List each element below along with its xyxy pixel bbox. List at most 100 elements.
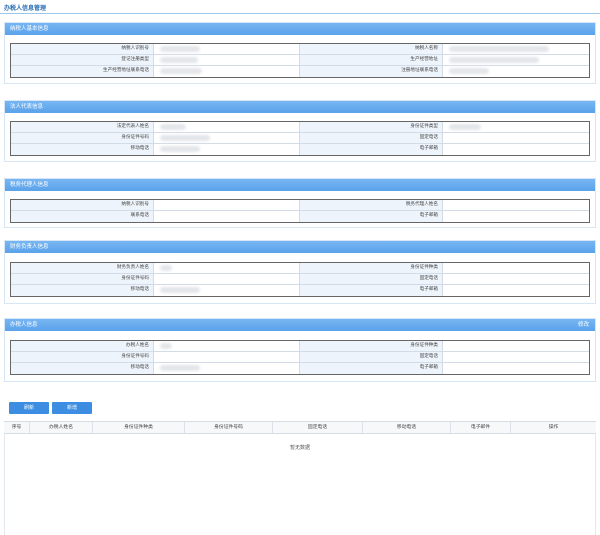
info-row: 纳税人识别号 税务代理人姓名 <box>11 200 589 211</box>
info-row: 联系电话 电子邮箱 <box>11 211 589 222</box>
refresh-button[interactable]: 刷新 <box>9 402 49 414</box>
legal-email-label: 电子邮箱 <box>300 144 443 155</box>
tax-agent-panel: 税务代理人信息 纳税人识别号 税务代理人姓名 联系电话 电子邮箱 <box>4 178 596 228</box>
handler-email-label: 电子邮箱 <box>300 363 443 374</box>
handler-email-value <box>443 363 589 374</box>
finance-name-label: 财务负责人姓名 <box>11 263 154 273</box>
agent-taxpayer-id-label: 纳税人识别号 <box>11 200 154 210</box>
tax-handler-header: 办税人信息 修改 <box>5 319 595 331</box>
info-row: 移动电话 电子邮箱 <box>11 285 589 296</box>
finance-head-header: 财务负责人信息 <box>5 241 595 253</box>
finance-mobile-label: 移动电话 <box>11 285 154 296</box>
info-row: 办税人姓名 身份证件种类 <box>11 341 589 352</box>
handler-landline-value <box>443 352 589 362</box>
finance-landline-value <box>443 274 589 284</box>
legal-landline-label: 固定电话 <box>300 133 443 143</box>
col-id-number: 身份证件号码 <box>185 422 273 433</box>
col-index: 序号 <box>4 422 30 433</box>
business-phone-label: 生产经营地址联系电话 <box>11 66 154 77</box>
tax-handler-panel: 办税人信息 修改 办税人姓名 身份证件种类 身份证件号码 固定电话 移动电话 电… <box>4 318 596 382</box>
handler-mobile-label: 移动电话 <box>11 363 154 374</box>
handler-id-number-label: 身份证件号码 <box>11 352 154 362</box>
col-email: 电子邮件 <box>451 422 511 433</box>
agent-taxpayer-id-value <box>154 200 300 210</box>
legal-email-value <box>443 144 589 155</box>
finance-id-number-value <box>154 274 300 284</box>
tax-agent-grid: 纳税人识别号 税务代理人姓名 联系电话 电子邮箱 <box>10 199 590 223</box>
registered-phone-value <box>443 66 589 77</box>
info-row: 法定代表人姓名 身份证件类型 <box>11 122 589 133</box>
finance-email-value <box>443 285 589 296</box>
finance-id-number-label: 身份证件号码 <box>11 274 154 284</box>
legal-id-number-label: 身份证件号码 <box>11 133 154 143</box>
finance-email-label: 电子邮箱 <box>300 285 443 296</box>
info-row: 身份证件号码 固定电话 <box>11 274 589 285</box>
info-row: 生产经营地址联系电话 注册地址联系电话 <box>11 66 589 77</box>
col-mobile: 移动电话 <box>363 422 451 433</box>
agent-email-value <box>443 211 589 222</box>
agent-email-label: 电子邮箱 <box>300 211 443 222</box>
taxpayer-info-grid: 纳税人识别号 纳税人名称 登记注册类型 生产经营地址 生产经营地址联系电话 注册… <box>10 43 590 78</box>
business-phone-value <box>154 66 300 77</box>
legal-mobile-value <box>154 144 300 155</box>
add-button[interactable]: 新增 <box>52 402 92 414</box>
finance-id-type-label: 身份证件种类 <box>300 263 443 273</box>
page-title: 办税人信息管理 <box>4 5 47 12</box>
legal-rep-header: 法人代表信息 <box>5 101 595 113</box>
finance-head-panel: 财务负责人信息 财务负责人姓名 身份证件种类 身份证件号码 固定电话 移动电话 … <box>4 240 596 304</box>
handler-name-value <box>154 341 300 351</box>
finance-head-grid: 财务负责人姓名 身份证件种类 身份证件号码 固定电话 移动电话 电子邮箱 <box>10 262 590 297</box>
legal-rep-grid: 法定代表人姓名 身份证件类型 身份证件号码 固定电话 移动电话 电子邮箱 <box>10 121 590 156</box>
info-row: 身份证件号码 固定电话 <box>11 133 589 144</box>
info-row: 纳税人识别号 纳税人名称 <box>11 44 589 55</box>
info-row: 移动电话 电子邮箱 <box>11 144 589 155</box>
taxpayer-id-label: 纳税人识别号 <box>11 44 154 54</box>
legal-landline-value <box>443 133 589 143</box>
finance-name-value <box>154 263 300 273</box>
col-id-type: 身份证件种类 <box>93 422 185 433</box>
handler-id-type-value <box>443 341 589 351</box>
legal-name-value <box>154 122 300 132</box>
handler-name-label: 办税人姓名 <box>11 341 154 351</box>
tax-handler-grid: 办税人姓名 身份证件种类 身份证件号码 固定电话 移动电话 电子邮箱 <box>10 340 590 375</box>
col-landline: 固定电话 <box>273 422 363 433</box>
taxpayer-name-value <box>443 44 589 54</box>
handler-id-number-value <box>154 352 300 362</box>
info-row: 登记注册类型 生产经营地址 <box>11 55 589 66</box>
tax-handler-title: 办税人信息 <box>10 322 38 328</box>
info-row: 移动电话 电子邮箱 <box>11 363 589 374</box>
info-row: 身份证件号码 固定电话 <box>11 352 589 363</box>
legal-id-type-label: 身份证件类型 <box>300 122 443 132</box>
handler-mobile-value <box>154 363 300 374</box>
edit-button[interactable]: 修改 <box>578 319 589 331</box>
registered-phone-label: 注册地址联系电话 <box>300 66 443 77</box>
finance-landline-label: 固定电话 <box>300 274 443 284</box>
handler-landline-label: 固定电话 <box>300 352 443 362</box>
business-address-value <box>443 55 589 65</box>
agent-name-value <box>443 200 589 210</box>
agent-name-label: 税务代理人姓名 <box>300 200 443 210</box>
legal-rep-panel: 法人代表信息 法定代表人姓名 身份证件类型 身份证件号码 固定电话 移动电话 电… <box>4 100 596 162</box>
title-divider <box>0 13 600 14</box>
business-address-label: 生产经营地址 <box>300 55 443 65</box>
taxpayer-id-value <box>154 44 300 54</box>
col-handler-name: 办税人姓名 <box>30 422 93 433</box>
empty-table-message: 暂无数据 <box>289 445 310 451</box>
handler-table-header: 序号 办税人姓名 身份证件种类 身份证件号码 固定电话 移动电话 电子邮件 操作 <box>4 421 596 434</box>
taxpayer-info-header: 纳税人基本信息 <box>5 23 595 35</box>
reg-type-label: 登记注册类型 <box>11 55 154 65</box>
agent-phone-label: 联系电话 <box>11 211 154 222</box>
col-actions: 操作 <box>548 425 559 430</box>
tax-agent-header: 税务代理人信息 <box>5 179 595 191</box>
legal-id-type-value <box>443 122 589 132</box>
finance-id-type-value <box>443 263 589 273</box>
handler-id-type-label: 身份证件种类 <box>300 341 443 351</box>
info-row: 财务负责人姓名 身份证件种类 <box>11 263 589 274</box>
agent-phone-value <box>154 211 300 222</box>
taxpayer-name-label: 纳税人名称 <box>300 44 443 54</box>
reg-type-value <box>154 55 300 65</box>
taxpayer-info-panel: 纳税人基本信息 纳税人识别号 纳税人名称 登记注册类型 生产经营地址 生产经营地… <box>4 22 596 84</box>
legal-id-number-value <box>154 133 300 143</box>
legal-name-label: 法定代表人姓名 <box>11 122 154 132</box>
finance-mobile-value <box>154 285 300 296</box>
